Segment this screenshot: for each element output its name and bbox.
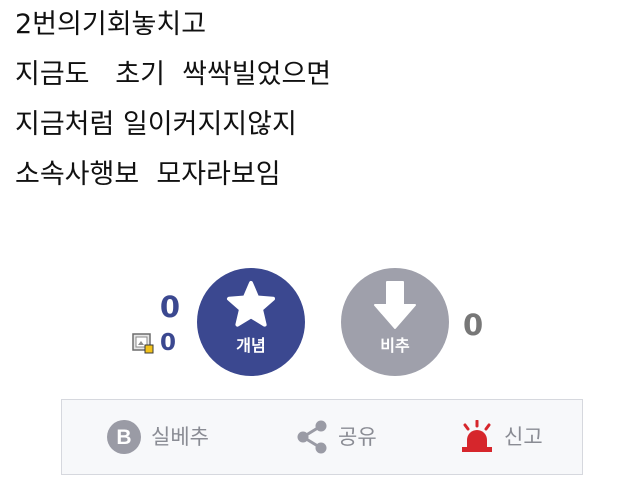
post-line: 지금처럼 일이커지지않지 (15, 109, 297, 140)
arrow-down-icon (367, 278, 423, 334)
upvote-button[interactable]: 개념 (197, 268, 305, 376)
star-icon (223, 278, 279, 334)
fixed-upvote-icon (132, 332, 154, 354)
share-button[interactable]: 공유 (295, 400, 377, 474)
best-badge-icon: B (106, 419, 142, 455)
best-recommend-label: 실베추 (151, 425, 209, 449)
best-recommend-button[interactable]: B 실베추 (106, 400, 209, 474)
siren-icon (459, 420, 495, 454)
post-line: 지금도 초기 싹싹빌었으면 (15, 59, 332, 90)
fixed-upvote-count: 0 (160, 330, 177, 356)
fixed-upvote: 0 (132, 328, 176, 358)
action-bar: B 실베추 공유 신고 (61, 399, 583, 475)
report-label: 신고 (504, 425, 543, 449)
upvote-count: 0 (159, 290, 180, 324)
downvote-count: 0 (463, 308, 484, 342)
downvote-button[interactable]: 비추 (341, 268, 449, 376)
upvote-label: 개념 (236, 336, 266, 355)
post-line: 소속사행보 모자라보임 (15, 159, 281, 190)
post-line: 2번의기회놓치고 (15, 9, 207, 40)
post-body: 2번의기회놓치고 지금도 초기 싹싹빌었으면 지금처럼 일이커지지않지 소속사행… (15, 0, 331, 200)
best-badge-letter: B (116, 426, 131, 449)
report-button[interactable]: 신고 (459, 400, 543, 474)
share-icon (295, 418, 329, 456)
share-label: 공유 (338, 425, 377, 449)
downvote-label: 비추 (380, 336, 410, 355)
